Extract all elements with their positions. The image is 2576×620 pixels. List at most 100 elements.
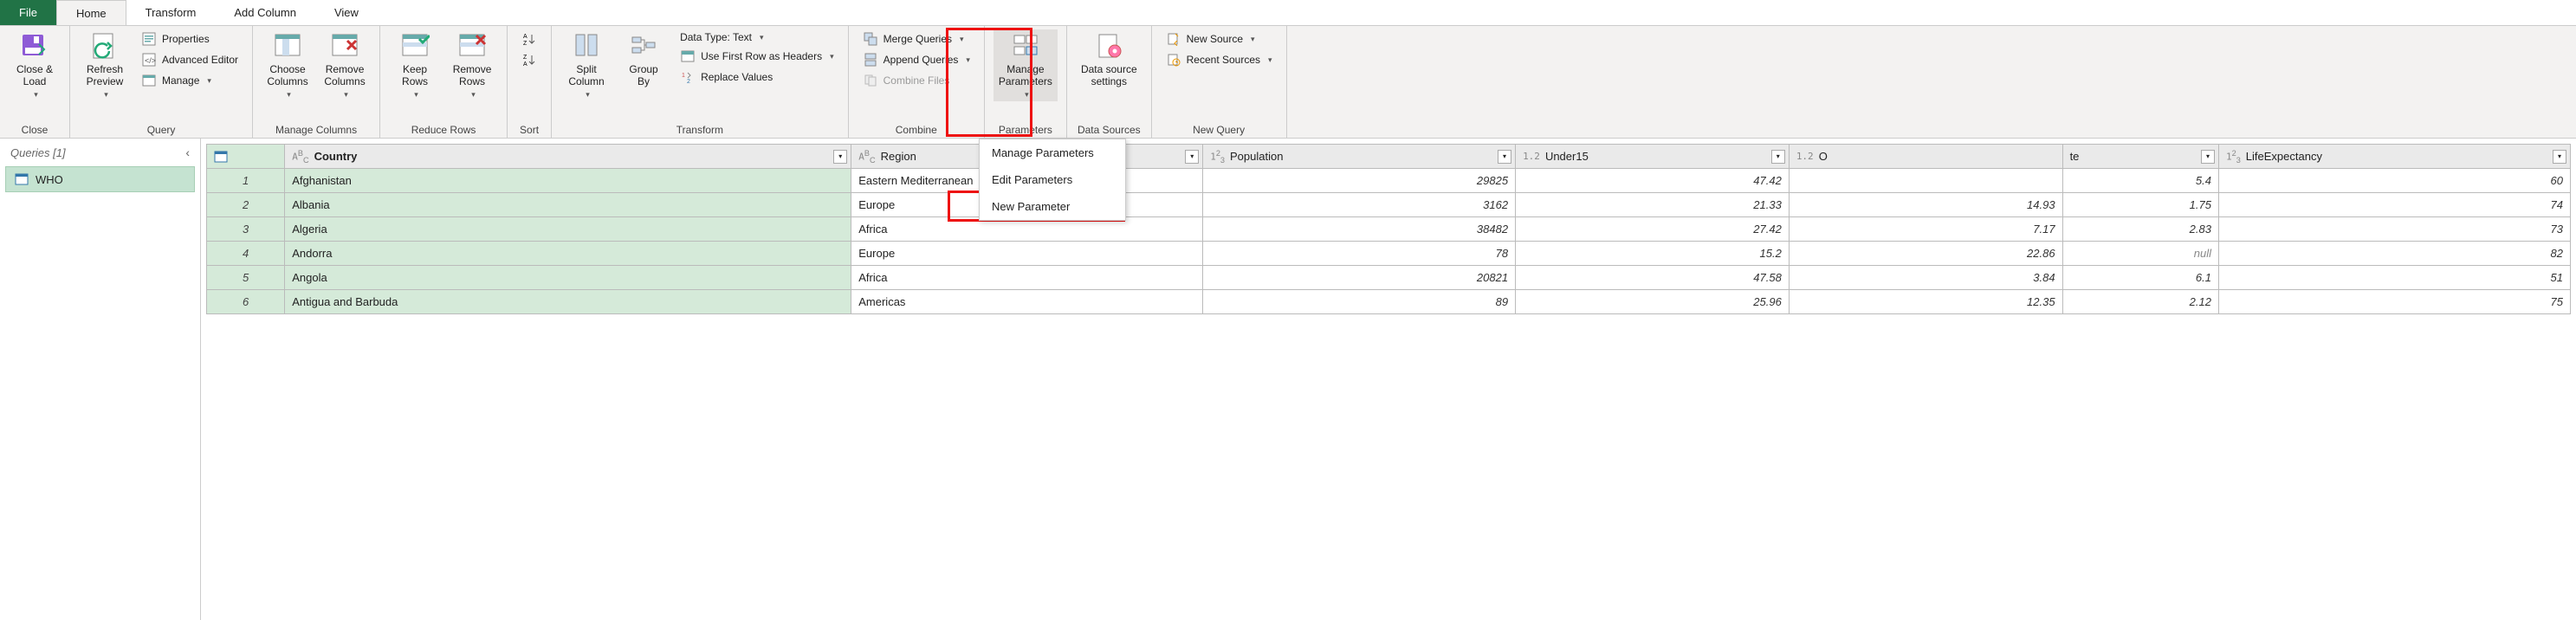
group-by-button[interactable]: Group By bbox=[618, 29, 670, 90]
data-type-button[interactable]: Data Type: Text bbox=[675, 29, 839, 45]
cell-country[interactable]: Algeria bbox=[285, 217, 851, 242]
cell-col5[interactable]: 12.35 bbox=[1789, 290, 2062, 314]
cell-col6[interactable]: 5.4 bbox=[2062, 169, 2218, 193]
query-item-who[interactable]: WHO bbox=[5, 166, 195, 192]
cell-col6[interactable]: null bbox=[2062, 242, 2218, 266]
remove-rows-button[interactable]: Remove Rows bbox=[446, 29, 498, 101]
cell-population[interactable]: 89 bbox=[1203, 290, 1516, 314]
table-row[interactable]: 2AlbaniaEurope316221.3314.931.7574 bbox=[207, 193, 2571, 217]
cell-under15[interactable]: 15.2 bbox=[1516, 242, 1790, 266]
data-source-settings-button[interactable]: Data source settings bbox=[1076, 29, 1142, 90]
cell-col6[interactable]: 2.83 bbox=[2062, 217, 2218, 242]
col-under15-filter[interactable]: ▾ bbox=[1771, 150, 1785, 164]
advanced-editor-button[interactable]: </> Advanced Editor bbox=[136, 50, 243, 69]
col-type-int-icon: 123 bbox=[1210, 149, 1225, 165]
queries-collapse-icon[interactable]: ‹ bbox=[185, 145, 190, 159]
cell-population[interactable]: 3162 bbox=[1203, 193, 1516, 217]
cell-under15[interactable]: 25.96 bbox=[1516, 290, 1790, 314]
table-row[interactable]: 1AfghanistanEastern Mediterranean2982547… bbox=[207, 169, 2571, 193]
cell-life[interactable]: 60 bbox=[2218, 169, 2570, 193]
cell-col6[interactable]: 1.75 bbox=[2062, 193, 2218, 217]
cell-under15[interactable]: 21.33 bbox=[1516, 193, 1790, 217]
dropdown-manage-parameters[interactable]: Manage Parameters bbox=[980, 139, 1125, 166]
cell-population[interactable]: 38482 bbox=[1203, 217, 1516, 242]
first-row-headers-button[interactable]: Use First Row as Headers bbox=[675, 47, 839, 66]
col-life[interactable]: 123LifeExpectancy ▾ bbox=[2218, 145, 2570, 169]
cell-col5[interactable]: 3.84 bbox=[1789, 266, 2062, 290]
cell-life[interactable]: 73 bbox=[2218, 217, 2570, 242]
cell-region[interactable]: Europe bbox=[851, 242, 1203, 266]
row-number[interactable]: 1 bbox=[207, 169, 285, 193]
parameters-icon bbox=[1010, 31, 1041, 62]
remove-columns-button[interactable]: Remove Columns bbox=[319, 29, 371, 101]
cell-region[interactable]: Americas bbox=[851, 290, 1203, 314]
cell-country[interactable]: Albania bbox=[285, 193, 851, 217]
table-row[interactable]: 4AndorraEurope7815.222.86null82 bbox=[207, 242, 2571, 266]
row-number[interactable]: 4 bbox=[207, 242, 285, 266]
recent-sources-button[interactable]: Recent Sources bbox=[1161, 50, 1278, 69]
row-number[interactable]: 5 bbox=[207, 266, 285, 290]
cell-population[interactable]: 20821 bbox=[1203, 266, 1516, 290]
tab-view[interactable]: View bbox=[315, 0, 378, 25]
row-number[interactable]: 6 bbox=[207, 290, 285, 314]
cell-population[interactable]: 29825 bbox=[1203, 169, 1516, 193]
manage-button[interactable]: Manage bbox=[136, 71, 243, 90]
cell-country[interactable]: Angola bbox=[285, 266, 851, 290]
replace-values-button[interactable]: 12 Replace Values bbox=[675, 68, 839, 87]
split-column-button[interactable]: Split Column bbox=[560, 29, 612, 101]
choose-columns-button[interactable]: Choose Columns bbox=[262, 29, 314, 101]
cell-country[interactable]: Antigua and Barbuda bbox=[285, 290, 851, 314]
cell-life[interactable]: 74 bbox=[2218, 193, 2570, 217]
cell-country[interactable]: Andorra bbox=[285, 242, 851, 266]
properties-button[interactable]: Properties bbox=[136, 29, 243, 48]
refresh-preview-button[interactable]: Refresh Preview bbox=[79, 29, 131, 101]
sort-asc-button[interactable]: AZ bbox=[516, 29, 542, 48]
append-queries-button[interactable]: Append Queries bbox=[858, 50, 975, 69]
close-and-load-button[interactable]: Close & Load bbox=[9, 29, 61, 101]
col-country[interactable]: ABCCountry ▾ bbox=[285, 145, 851, 169]
row-number[interactable]: 2 bbox=[207, 193, 285, 217]
new-source-button[interactable]: New Source bbox=[1161, 29, 1278, 48]
cell-under15[interactable]: 27.42 bbox=[1516, 217, 1790, 242]
cell-life[interactable]: 75 bbox=[2218, 290, 2570, 314]
tab-home[interactable]: Home bbox=[56, 0, 126, 25]
tab-file[interactable]: File bbox=[0, 0, 56, 25]
col-partial-6[interactable]: te ▾ bbox=[2062, 145, 2218, 169]
cell-life[interactable]: 51 bbox=[2218, 266, 2570, 290]
cell-col6[interactable]: 2.12 bbox=[2062, 290, 2218, 314]
tab-addcolumn[interactable]: Add Column bbox=[215, 0, 315, 25]
rownum-header[interactable] bbox=[207, 145, 285, 169]
col-population-filter[interactable]: ▾ bbox=[1498, 150, 1511, 164]
col-population[interactable]: 123Population ▾ bbox=[1203, 145, 1516, 169]
dropdown-new-parameter[interactable]: New Parameter bbox=[980, 193, 1125, 220]
cell-col5[interactable] bbox=[1789, 169, 2062, 193]
manage-parameters-button[interactable]: Manage Parameters bbox=[994, 29, 1058, 101]
cell-col5[interactable]: 7.17 bbox=[1789, 217, 2062, 242]
col-life-filter[interactable]: ▾ bbox=[2553, 150, 2566, 164]
cell-region[interactable]: Africa bbox=[851, 266, 1203, 290]
cell-col5[interactable]: 14.93 bbox=[1789, 193, 2062, 217]
keep-rows-button[interactable]: Keep Rows bbox=[389, 29, 441, 101]
col-country-filter[interactable]: ▾ bbox=[833, 150, 847, 164]
sort-desc-button[interactable]: ZA bbox=[516, 50, 542, 69]
row-number[interactable]: 3 bbox=[207, 217, 285, 242]
cell-col6[interactable]: 6.1 bbox=[2062, 266, 2218, 290]
col-region-filter[interactable]: ▾ bbox=[1185, 150, 1199, 164]
table-row[interactable]: 6Antigua and BarbudaAmericas8925.9612.35… bbox=[207, 290, 2571, 314]
cell-under15[interactable]: 47.58 bbox=[1516, 266, 1790, 290]
cell-country[interactable]: Afghanistan bbox=[285, 169, 851, 193]
col-partial-5[interactable]: 1.2O bbox=[1789, 145, 2062, 169]
col-under15[interactable]: 1.2Under15 ▾ bbox=[1516, 145, 1790, 169]
cell-col5[interactable]: 22.86 bbox=[1789, 242, 2062, 266]
combine-files-button[interactable]: Combine Files bbox=[858, 71, 975, 90]
manage-parameters-dropdown: Manage Parameters Edit Parameters New Pa… bbox=[979, 139, 1126, 221]
dropdown-edit-parameters[interactable]: Edit Parameters bbox=[980, 166, 1125, 193]
cell-life[interactable]: 82 bbox=[2218, 242, 2570, 266]
table-row[interactable]: 3AlgeriaAfrica3848227.427.172.8373 bbox=[207, 217, 2571, 242]
tab-transform[interactable]: Transform bbox=[126, 0, 216, 25]
cell-under15[interactable]: 47.42 bbox=[1516, 169, 1790, 193]
col-partial-6-filter[interactable]: ▾ bbox=[2201, 150, 2215, 164]
table-row[interactable]: 5AngolaAfrica2082147.583.846.151 bbox=[207, 266, 2571, 290]
merge-queries-button[interactable]: Merge Queries bbox=[858, 29, 975, 48]
cell-population[interactable]: 78 bbox=[1203, 242, 1516, 266]
